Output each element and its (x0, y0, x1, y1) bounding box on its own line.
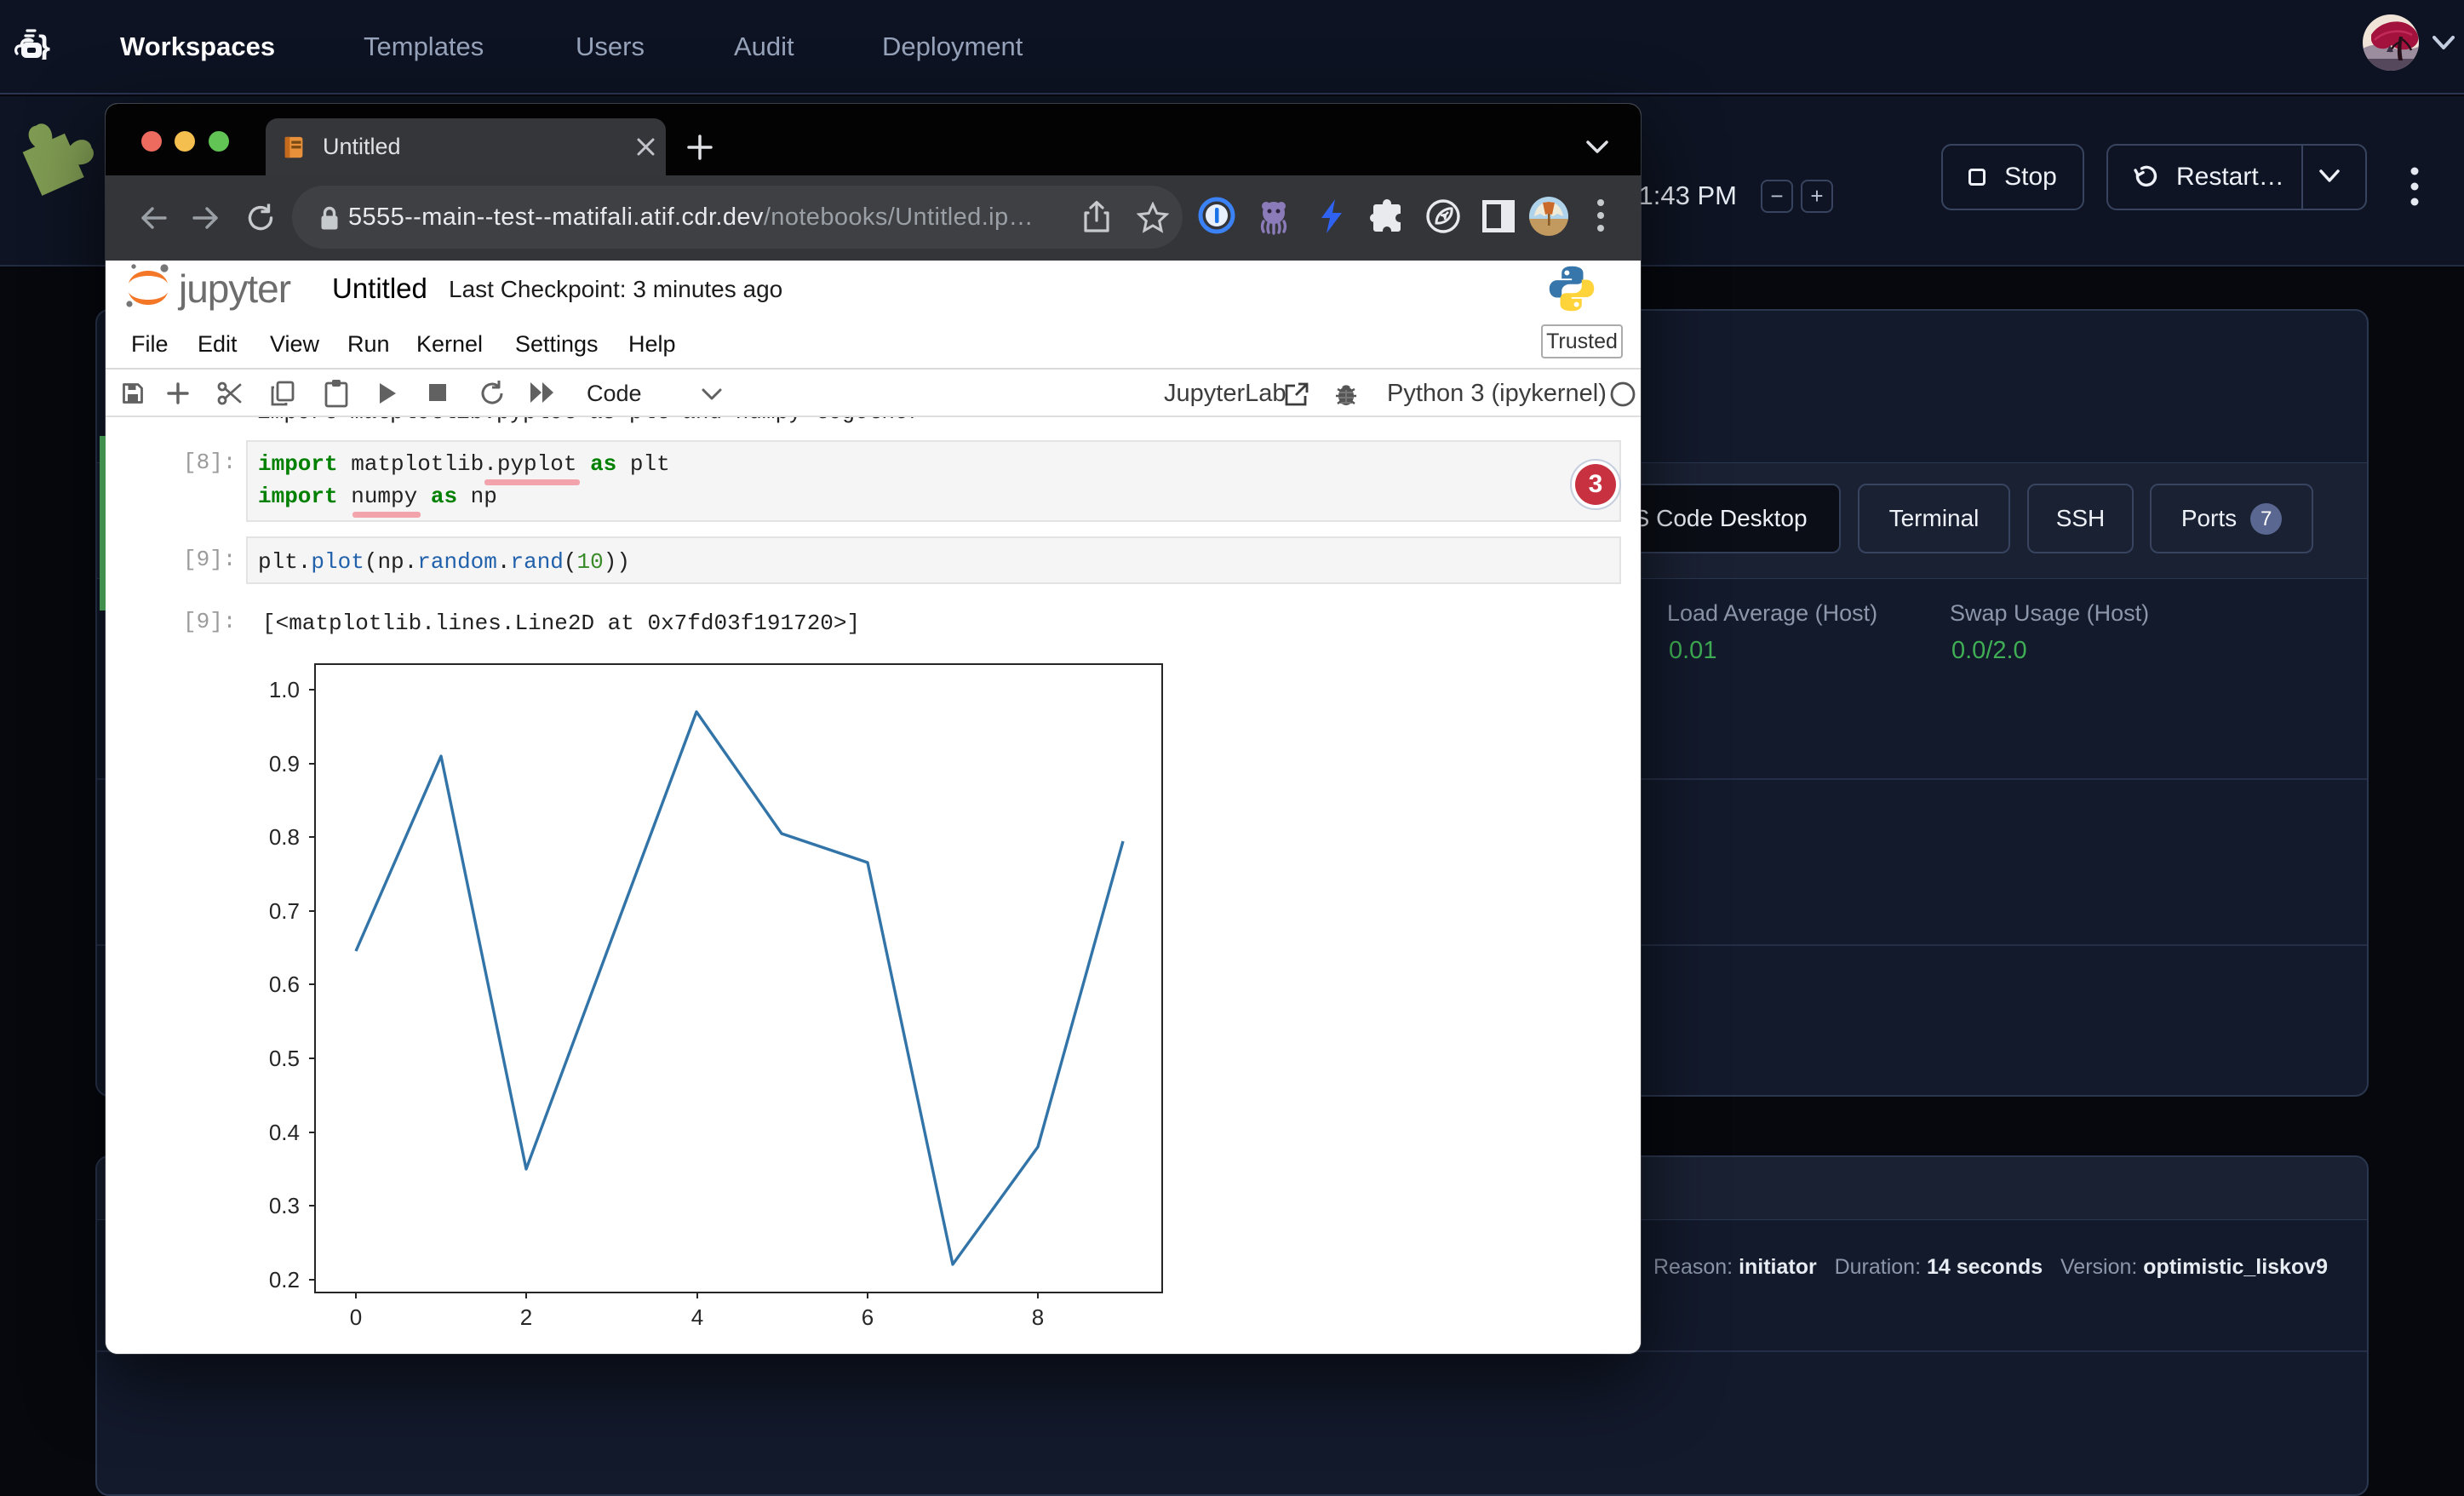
svg-text:1.0: 1.0 (269, 677, 300, 702)
svg-text:8: 8 (1032, 1304, 1044, 1330)
svg-text:4: 4 (691, 1304, 703, 1330)
svg-text:0.6: 0.6 (269, 972, 300, 997)
svg-text:6: 6 (862, 1304, 874, 1330)
svg-text:0.4: 0.4 (269, 1120, 300, 1145)
svg-text:0.3: 0.3 (269, 1193, 300, 1218)
svg-text:}: } (38, 29, 50, 60)
svg-text:0.9: 0.9 (269, 751, 300, 777)
svg-text:0.5: 0.5 (269, 1046, 300, 1071)
svg-text:0.7: 0.7 (269, 898, 300, 924)
svg-text:0: 0 (350, 1304, 362, 1330)
svg-text:0.8: 0.8 (269, 824, 300, 850)
svg-text:0.2: 0.2 (269, 1267, 300, 1293)
svg-text:2: 2 (520, 1304, 532, 1330)
